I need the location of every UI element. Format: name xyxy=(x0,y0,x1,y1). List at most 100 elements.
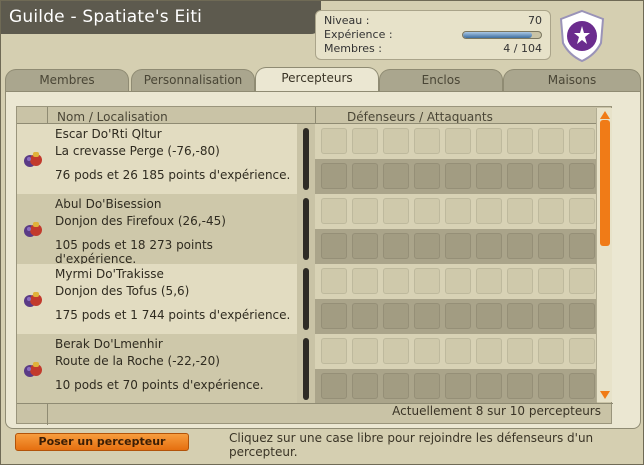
attacker-slot[interactable] xyxy=(476,373,502,399)
tab-percepteurs[interactable]: Percepteurs xyxy=(255,67,379,91)
attacker-slot[interactable] xyxy=(414,373,440,399)
attacker-slot-row xyxy=(315,159,597,194)
defender-slot[interactable] xyxy=(507,268,533,294)
defender-slot[interactable] xyxy=(321,128,347,154)
defender-slot[interactable] xyxy=(476,128,502,154)
attacker-slot[interactable] xyxy=(569,373,595,399)
attacker-slot[interactable] xyxy=(352,373,378,399)
defender-slot[interactable] xyxy=(383,268,409,294)
percepteur-stats: 105 pods et 18 273 points d'expérience. xyxy=(55,238,213,266)
defender-slot[interactable] xyxy=(445,338,471,364)
attacker-slot[interactable] xyxy=(538,233,564,259)
defender-slot[interactable] xyxy=(569,338,595,364)
defender-slot[interactable] xyxy=(352,338,378,364)
defender-slot[interactable] xyxy=(321,268,347,294)
attacker-slot[interactable] xyxy=(352,303,378,329)
defender-slot[interactable] xyxy=(383,128,409,154)
defender-slot[interactable] xyxy=(569,268,595,294)
defender-slots xyxy=(315,334,597,404)
tab-maisons[interactable]: Maisons xyxy=(503,69,641,91)
defender-slot[interactable] xyxy=(538,338,564,364)
attacker-slot[interactable] xyxy=(352,233,378,259)
defender-slot[interactable] xyxy=(569,128,595,154)
attacker-slot[interactable] xyxy=(538,303,564,329)
attacker-slot[interactable] xyxy=(569,233,595,259)
defender-slot[interactable] xyxy=(445,268,471,294)
attacker-slot[interactable] xyxy=(383,233,409,259)
percepteur-bag-icon xyxy=(24,362,42,377)
defender-slot[interactable] xyxy=(538,268,564,294)
attacker-slot[interactable] xyxy=(414,163,440,189)
guild-window: Guilde - Spatiate's Eiti Niveau : 70 Exp… xyxy=(0,0,644,465)
add-percepteur-button[interactable]: Poser un percepteur xyxy=(15,433,189,451)
defender-slot[interactable] xyxy=(321,338,347,364)
percepteur-row[interactable]: Abul Do'Bisession Donjon des Firefoux (2… xyxy=(17,194,597,266)
percepteur-info: Escar Do'Rti Qltur La crevasse Perge (-7… xyxy=(17,124,297,194)
hint-text: Cliquez sur une case libre pour rejoindr… xyxy=(229,431,594,459)
defender-slot[interactable] xyxy=(507,128,533,154)
attacker-slot[interactable] xyxy=(414,303,440,329)
attacker-slot[interactable] xyxy=(569,303,595,329)
percepteur-row[interactable]: Myrmi Do'Trakisse Donjon des Tofus (5,6)… xyxy=(17,264,597,334)
attacker-slot[interactable] xyxy=(538,163,564,189)
attacker-slot[interactable] xyxy=(538,373,564,399)
defender-slot[interactable] xyxy=(352,128,378,154)
defender-slot[interactable] xyxy=(538,128,564,154)
attacker-slot[interactable] xyxy=(383,303,409,329)
attacker-slot[interactable] xyxy=(383,163,409,189)
defender-slot[interactable] xyxy=(476,338,502,364)
percepteur-name: Myrmi Do'Trakisse xyxy=(55,267,164,281)
defender-slot[interactable] xyxy=(476,198,502,224)
defender-slot[interactable] xyxy=(414,198,440,224)
attacker-slot[interactable] xyxy=(383,373,409,399)
attacker-slot[interactable] xyxy=(321,233,347,259)
attacker-slot[interactable] xyxy=(445,233,471,259)
attacker-slot[interactable] xyxy=(321,373,347,399)
defender-slot[interactable] xyxy=(321,198,347,224)
defender-slot[interactable] xyxy=(414,338,440,364)
defender-slot[interactable] xyxy=(569,198,595,224)
level-value: 70 xyxy=(528,14,542,27)
defender-slot[interactable] xyxy=(445,198,471,224)
attacker-slot[interactable] xyxy=(569,163,595,189)
attacker-slot[interactable] xyxy=(352,163,378,189)
scrollbar[interactable] xyxy=(596,108,612,402)
tab-personnalisation[interactable]: Personnalisation xyxy=(131,69,255,91)
attacker-slot[interactable] xyxy=(507,163,533,189)
scroll-down-icon[interactable] xyxy=(599,390,611,400)
defender-slot[interactable] xyxy=(352,198,378,224)
title-bar: Guilde - Spatiate's Eiti xyxy=(1,1,321,34)
attacker-slot[interactable] xyxy=(476,233,502,259)
attacker-slot[interactable] xyxy=(476,163,502,189)
attacker-slot[interactable] xyxy=(445,163,471,189)
attacker-slot[interactable] xyxy=(321,163,347,189)
attacker-slot-row xyxy=(315,369,597,404)
defender-slot[interactable] xyxy=(383,198,409,224)
defender-slot[interactable] xyxy=(414,128,440,154)
defender-slot[interactable] xyxy=(507,338,533,364)
attacker-slot[interactable] xyxy=(445,373,471,399)
attacker-slot[interactable] xyxy=(507,373,533,399)
defender-slot[interactable] xyxy=(476,268,502,294)
defender-slot[interactable] xyxy=(352,268,378,294)
defender-slot[interactable] xyxy=(507,198,533,224)
scroll-up-icon[interactable] xyxy=(599,110,611,120)
defender-slot[interactable] xyxy=(445,128,471,154)
percepteur-row[interactable]: Berak Do'Lmenhir Route de la Roche (-22,… xyxy=(17,334,597,404)
percepteur-stats: 10 pods et 70 points d'expérience. xyxy=(55,378,264,392)
percepteur-location: Donjon des Firefoux (26,-45) xyxy=(55,214,226,228)
tab-membres[interactable]: Membres xyxy=(5,69,129,91)
row-separator-bar xyxy=(303,268,309,330)
percepteur-row[interactable]: Escar Do'Rti Qltur La crevasse Perge (-7… xyxy=(17,124,597,194)
attacker-slot[interactable] xyxy=(476,303,502,329)
attacker-slot[interactable] xyxy=(507,303,533,329)
attacker-slot[interactable] xyxy=(507,233,533,259)
scrollbar-thumb[interactable] xyxy=(600,120,610,246)
attacker-slot[interactable] xyxy=(445,303,471,329)
attacker-slot[interactable] xyxy=(414,233,440,259)
attacker-slot[interactable] xyxy=(321,303,347,329)
defender-slot[interactable] xyxy=(414,268,440,294)
defender-slot[interactable] xyxy=(383,338,409,364)
tab-enclos[interactable]: Enclos xyxy=(379,69,503,91)
defender-slot[interactable] xyxy=(538,198,564,224)
